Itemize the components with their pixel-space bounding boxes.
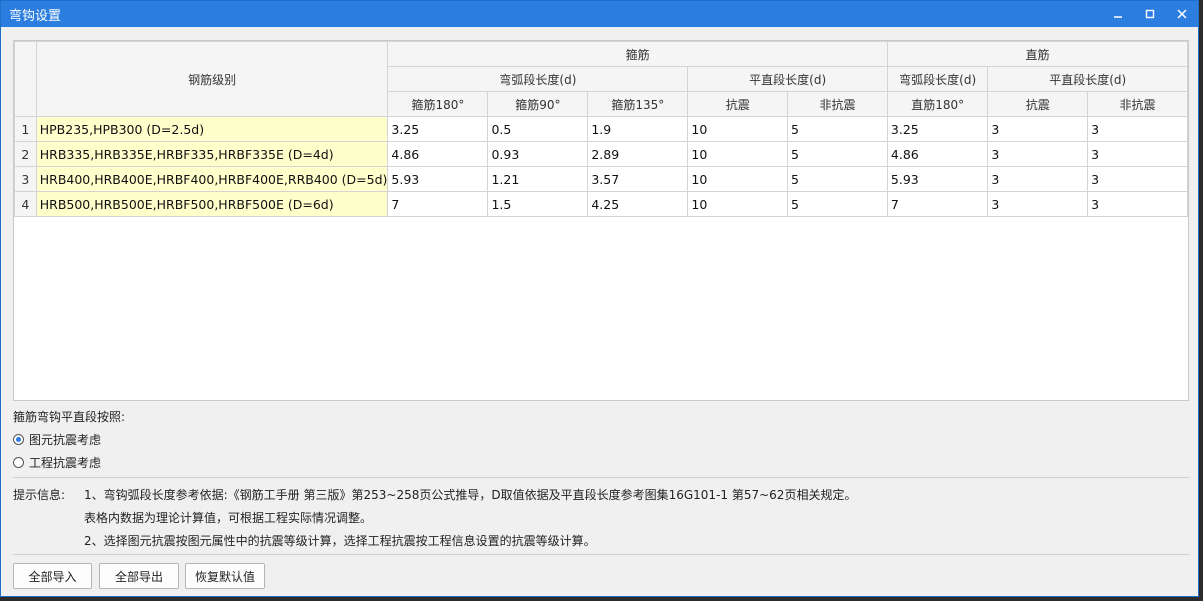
cell-straight-seismic[interactable]: 3 xyxy=(987,116,1089,142)
maximize-icon[interactable] xyxy=(1134,1,1166,27)
close-icon[interactable] xyxy=(1166,1,1198,27)
row-number[interactable]: 3 xyxy=(14,166,37,192)
radio-checked-icon[interactable] xyxy=(13,434,24,445)
cell-stirrup-180[interactable]: 5.93 xyxy=(387,166,489,192)
cell-straight-nonseismic[interactable]: 3 xyxy=(1087,116,1188,142)
straight-flat-header: 平直段长度(d) xyxy=(987,66,1188,92)
cell-stirrup-180[interactable]: 3.25 xyxy=(387,116,489,142)
cell-stirrup-90[interactable]: 0.5 xyxy=(487,116,589,142)
stirrup-arc-header: 弯弧段长度(d) xyxy=(387,66,689,92)
cell-straight-seismic[interactable]: 3 xyxy=(987,191,1089,217)
cell-stirrup-180[interactable]: 4.86 xyxy=(387,141,489,167)
table-row[interactable]: 3 HRB400,HRB400E,HRBF400,HRBF400E,RRB400… xyxy=(14,166,1188,192)
cell-straight-180[interactable]: 5.93 xyxy=(886,166,989,192)
cell-stirrup-90[interactable]: 0.93 xyxy=(487,141,589,167)
straight-header: 直筋 xyxy=(886,41,1188,67)
cell-straight-180[interactable]: 3.25 xyxy=(886,116,989,142)
info-line-3: 2、选择图元抗震按图元属性中的抗震等级计算，选择工程抗震按工程信息设置的抗震等级… xyxy=(84,534,596,548)
cell-nonseismic[interactable]: 5 xyxy=(787,166,888,192)
background-edge xyxy=(1199,0,1203,601)
cell-straight-seismic[interactable]: 3 xyxy=(987,166,1089,192)
cell-straight-nonseismic[interactable]: 3 xyxy=(1087,191,1188,217)
radio-element-seismic[interactable]: 图元抗震考虑 xyxy=(13,431,101,448)
cell-straight-seismic[interactable]: 3 xyxy=(987,141,1089,167)
cell-stirrup-180[interactable]: 7 xyxy=(387,191,489,217)
info-line-1: 1、弯钩弧段长度参考依据:《钢筋工手册 第三版》第253~258页公式推导，D取… xyxy=(84,488,857,502)
cell-seismic[interactable]: 10 xyxy=(687,191,789,217)
cell-stirrup-135[interactable]: 3.57 xyxy=(587,166,689,192)
cell-stirrup-135[interactable]: 1.9 xyxy=(587,116,689,142)
radio-unchecked-icon[interactable] xyxy=(13,457,24,468)
cell-seismic[interactable]: 10 xyxy=(687,116,789,142)
col-stirrup-180[interactable]: 箍筋180° xyxy=(387,91,489,117)
cell-stirrup-90[interactable]: 1.5 xyxy=(487,191,589,217)
stirrup-flat-header: 平直段长度(d) xyxy=(687,66,888,92)
divider xyxy=(13,554,1189,555)
grade-cell[interactable]: HPB235,HPB300 (D=2.5d) xyxy=(35,116,389,142)
col-nonseismic[interactable]: 非抗震 xyxy=(787,91,888,117)
col-seismic[interactable]: 抗震 xyxy=(687,91,789,117)
stirrup-flat-basis-label: 箍筋弯钩平直段按照: xyxy=(13,410,126,424)
cell-straight-180[interactable]: 4.86 xyxy=(886,141,989,167)
cell-seismic[interactable]: 10 xyxy=(687,166,789,192)
import-all-button[interactable]: 全部导入 xyxy=(13,563,92,589)
export-all-button[interactable]: 全部导出 xyxy=(99,563,179,589)
cell-stirrup-135[interactable]: 4.25 xyxy=(587,191,689,217)
grade-cell[interactable]: HRB335,HRB335E,HRBF335,HRBF335E (D=4d) xyxy=(35,141,389,167)
row-number[interactable]: 1 xyxy=(14,116,37,142)
cell-straight-nonseismic[interactable]: 3 xyxy=(1087,141,1188,167)
hook-table: 钢筋级别 箍筋 直筋 弯弧段长度(d) 平直段长度(d) 弯弧段长度(d) 平直… xyxy=(14,41,1188,217)
table-row[interactable]: 2 HRB335,HRB335E,HRBF335,HRBF335E (D=4d)… xyxy=(14,141,1188,167)
cell-nonseismic[interactable]: 5 xyxy=(787,191,888,217)
cell-straight-nonseismic[interactable]: 3 xyxy=(1087,166,1188,192)
minimize-icon[interactable] xyxy=(1102,1,1134,27)
window-title: 弯钩设置 xyxy=(9,8,62,24)
corner-header xyxy=(14,41,37,117)
hook-settings-dialog: 弯钩设置 钢筋级别 箍筋 直筋 弯弧段长度(d) 平直段长度(d) 弯弧段长度(… xyxy=(0,0,1199,597)
table-row[interactable]: 1 HPB235,HPB300 (D=2.5d) 3.25 0.5 1.9 10… xyxy=(14,116,1188,142)
cell-stirrup-90[interactable]: 1.21 xyxy=(487,166,589,192)
col-straight-nonseismic[interactable]: 非抗震 xyxy=(1087,91,1188,117)
row-number[interactable]: 2 xyxy=(14,141,37,167)
cell-nonseismic[interactable]: 5 xyxy=(787,141,888,167)
title-bar[interactable]: 弯钩设置 xyxy=(1,1,1198,27)
radio-project-seismic-label: 工程抗震考虑 xyxy=(29,456,102,470)
row-number[interactable]: 4 xyxy=(14,191,37,217)
cell-seismic[interactable]: 10 xyxy=(687,141,789,167)
table-row[interactable]: 4 HRB500,HRB500E,HRBF500,HRBF500E (D=6d)… xyxy=(14,191,1188,217)
col-straight-180[interactable]: 直筋180° xyxy=(886,91,989,117)
radio-project-seismic[interactable]: 工程抗震考虑 xyxy=(13,454,101,471)
col-stirrup-135[interactable]: 箍筋135° xyxy=(587,91,689,117)
cell-nonseismic[interactable]: 5 xyxy=(787,116,888,142)
grade-cell[interactable]: HRB500,HRB500E,HRBF500,HRBF500E (D=6d) xyxy=(35,191,389,217)
hook-table-container[interactable]: 钢筋级别 箍筋 直筋 弯弧段长度(d) 平直段长度(d) 弯弧段长度(d) 平直… xyxy=(13,40,1189,401)
info-line-2: 表格内数据为理论计算值，可根据工程实际情况调整。 xyxy=(84,511,373,525)
radio-element-seismic-label: 图元抗震考虑 xyxy=(29,433,102,447)
info-label: 提示信息: xyxy=(13,488,66,502)
col-straight-seismic[interactable]: 抗震 xyxy=(987,91,1089,117)
straight-arc-header: 弯弧段长度(d) xyxy=(886,66,989,92)
grade-header[interactable]: 钢筋级别 xyxy=(35,41,389,117)
cell-stirrup-135[interactable]: 2.89 xyxy=(587,141,689,167)
stirrup-header: 箍筋 xyxy=(387,41,888,67)
col-stirrup-90[interactable]: 箍筋90° xyxy=(487,91,589,117)
restore-default-button[interactable]: 恢复默认值 xyxy=(185,563,265,589)
grade-cell[interactable]: HRB400,HRB400E,HRBF400,HRBF400E,RRB400 (… xyxy=(35,166,389,192)
divider xyxy=(13,477,1189,478)
cell-straight-180[interactable]: 7 xyxy=(886,191,989,217)
